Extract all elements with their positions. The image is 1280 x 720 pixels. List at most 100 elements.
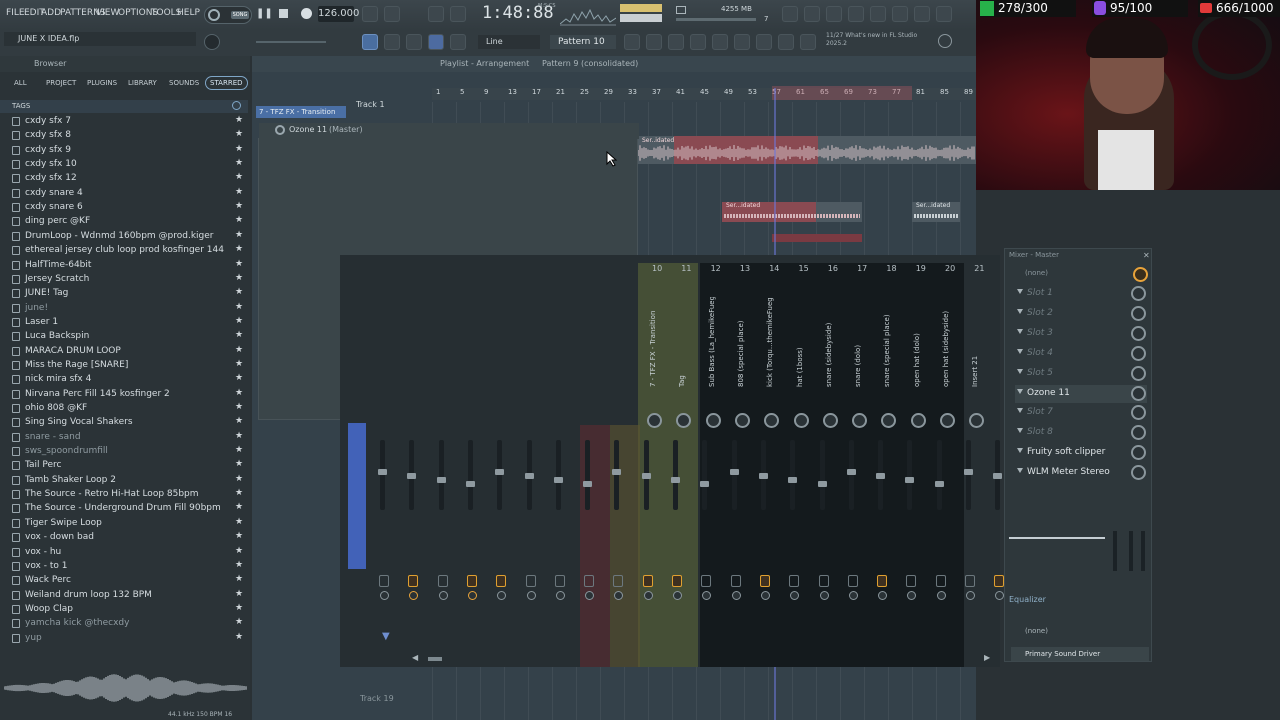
pan-knob[interactable] — [822, 413, 838, 428]
playlist-arrow-icon[interactable] — [384, 34, 400, 50]
mixer-track-name[interactable]: 7 - TFZ FX - Transition — [649, 297, 661, 387]
master-knob[interactable] — [204, 34, 220, 50]
file-icon[interactable] — [734, 34, 750, 50]
effect-slot[interactable]: Fruity soft clipper — [1015, 444, 1147, 462]
tab-plugins[interactable]: PLUGINS — [87, 79, 117, 87]
master-input-knob[interactable] — [1133, 267, 1148, 282]
route-knob[interactable] — [907, 591, 917, 600]
browser-item[interactable]: vox - down bad ★ — [0, 531, 248, 545]
record-arm-slot[interactable] — [466, 575, 477, 587]
star-icon[interactable]: ★ — [235, 172, 243, 182]
star-icon[interactable]: ★ — [235, 402, 243, 412]
master-fader-right[interactable] — [1129, 531, 1133, 571]
route-knob[interactable] — [819, 591, 829, 600]
route-knob[interactable] — [438, 591, 448, 600]
star-icon[interactable]: ★ — [235, 517, 243, 527]
star-icon[interactable]: ★ — [235, 431, 243, 441]
browser-item[interactable]: ethereal jersey club loop prod kosfinger… — [0, 244, 248, 258]
mixer-track-number[interactable]: 18 — [886, 264, 896, 273]
browser-item[interactable]: yup ★ — [0, 632, 248, 646]
loop-record-icon[interactable] — [450, 6, 466, 22]
slot-mix-knob[interactable] — [1131, 325, 1146, 341]
mic-icon[interactable] — [826, 6, 842, 22]
cursor-icon[interactable] — [778, 34, 794, 50]
route-knob[interactable] — [555, 591, 565, 600]
audio-clip-middle[interactable]: Ser...idated — [722, 202, 862, 222]
route-knob[interactable] — [614, 591, 624, 600]
refresh-icon[interactable] — [782, 6, 798, 22]
fader-cap[interactable] — [378, 469, 387, 475]
star-icon[interactable]: ★ — [235, 474, 243, 484]
record-arm-slot[interactable] — [496, 575, 507, 587]
star-icon[interactable]: ★ — [235, 488, 243, 498]
route-knob[interactable] — [409, 591, 419, 600]
mixer-track-name[interactable]: snare (special place) — [883, 297, 895, 387]
slot-menu-arrow-icon[interactable] — [1017, 388, 1023, 394]
volume-fader[interactable] — [702, 440, 708, 510]
mixer-track-number[interactable]: 14 — [769, 264, 779, 273]
star-icon[interactable]: ★ — [235, 115, 243, 125]
tab-library[interactable]: LIBRARY — [128, 79, 157, 87]
record-arm-slot[interactable] — [672, 575, 682, 587]
insert-name-tab[interactable]: 7 - TFZ FX - Transition — [256, 106, 346, 118]
volume-fader[interactable] — [731, 440, 737, 510]
effect-slot[interactable]: Slot 4 — [1015, 345, 1147, 363]
mixer-track-number[interactable]: 10 — [652, 264, 662, 273]
star-icon[interactable]: ★ — [235, 215, 243, 225]
star-icon[interactable]: ★ — [235, 373, 243, 383]
fader-cap[interactable] — [729, 469, 739, 475]
mixer-track-name[interactable]: Tag — [678, 297, 690, 387]
browser-item[interactable]: HalfTime-64bit ★ — [0, 259, 248, 273]
browser-item[interactable]: JUNE! Tag ★ — [0, 287, 248, 301]
fader-cap[interactable] — [817, 481, 827, 487]
volume-fader[interactable] — [848, 440, 854, 510]
volume-fader[interactable] — [585, 440, 591, 510]
disconnect-icon[interactable] — [800, 34, 816, 50]
browser-item[interactable]: cxdy sfx 9 ★ — [0, 144, 248, 158]
fader-cap[interactable] — [641, 473, 651, 479]
volume-fader[interactable] — [790, 440, 796, 510]
slot-menu-arrow-icon[interactable] — [1017, 408, 1023, 414]
browser-item[interactable]: ding perc @KF ★ — [0, 215, 248, 229]
route-knob[interactable] — [673, 591, 682, 600]
fader-cap[interactable] — [495, 469, 505, 475]
tab-project[interactable]: PROJECT — [46, 79, 76, 87]
star-icon[interactable]: ★ — [235, 502, 243, 512]
slot-mix-knob[interactable] — [1131, 345, 1146, 361]
route-knob[interactable] — [702, 591, 712, 600]
browser-item[interactable]: cxdy snare 6 ★ — [0, 201, 248, 215]
star-icon[interactable]: ★ — [235, 589, 243, 599]
mixer-track-name[interactable]: hat (1boss) — [796, 297, 808, 387]
mixer-track-name[interactable]: snare (dolo) — [854, 297, 866, 387]
slot-mix-knob[interactable] — [1131, 405, 1146, 421]
master-close-icon[interactable]: ✕ — [1143, 251, 1150, 260]
fader-cap[interactable] — [583, 481, 593, 487]
route-knob[interactable] — [936, 591, 946, 600]
star-icon[interactable]: ★ — [235, 259, 243, 269]
browser-item[interactable]: Luca Backspin ★ — [0, 330, 248, 344]
browser-item[interactable]: DrumLoop - Wdnmd 160bpm @prod.kiger ★ — [0, 230, 248, 244]
slot-mix-knob[interactable] — [1131, 365, 1146, 381]
browser-item[interactable]: Miss the Rage [SNARE] ★ — [0, 359, 248, 373]
route-knob[interactable] — [878, 591, 888, 600]
star-icon[interactable]: ★ — [235, 388, 243, 398]
plug-icon[interactable] — [712, 34, 728, 50]
star-icon[interactable]: ★ — [235, 330, 243, 340]
mixer-track-number[interactable]: 15 — [799, 264, 809, 273]
slot-mix-knob[interactable] — [1131, 425, 1146, 441]
star-icon[interactable]: ★ — [235, 603, 243, 613]
route-knob[interactable] — [585, 591, 595, 600]
slot-menu-arrow-icon[interactable] — [1017, 289, 1023, 294]
pan-knob[interactable] — [734, 413, 750, 428]
pan-knob[interactable] — [764, 413, 780, 428]
snap-select[interactable]: Line — [478, 35, 540, 49]
route-knob[interactable] — [526, 591, 536, 600]
effect-slot[interactable]: Slot 3 — [1015, 325, 1147, 343]
star-icon[interactable]: ★ — [235, 416, 243, 426]
chat-icon[interactable] — [914, 6, 930, 22]
browser-item[interactable]: Woop Clap ★ — [0, 603, 248, 617]
browser-item[interactable]: MARACA DRUM LOOP ★ — [0, 345, 248, 359]
help-icon[interactable] — [870, 6, 886, 22]
browser-item[interactable]: Laser 1 ★ — [0, 316, 248, 330]
volume-fader[interactable] — [555, 440, 561, 510]
